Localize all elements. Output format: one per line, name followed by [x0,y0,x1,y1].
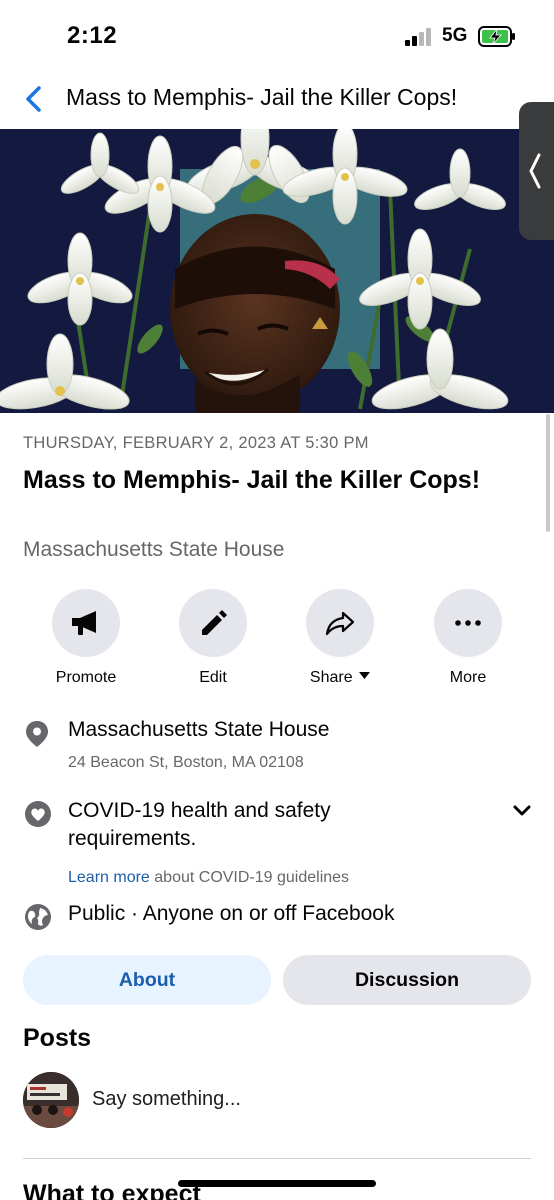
promote-button[interactable]: Promote [36,589,136,687]
post-composer[interactable]: Say something... [92,1088,241,1111]
network-type: 5G [442,25,468,46]
header-bar: Mass to Memphis- Jail the Killer Cops! [0,72,554,126]
megaphone-icon [72,611,96,635]
tab-about[interactable]: About [23,955,271,1005]
promote-label: Promote [55,669,117,686]
home-indicator[interactable] [178,1180,376,1187]
status-time: 2:12 [67,22,118,49]
more-label: More [449,669,487,686]
location-name[interactable]: Massachusetts State House [68,718,329,742]
location-address: 24 Beacon St, Boston, MA 02108 [68,754,304,771]
event-cover-image [0,129,554,413]
avatar[interactable] [23,1072,79,1128]
action-buttons: Promote Edit Share More [0,589,554,699]
learn-more-link[interactable]: Learn more [68,869,150,886]
back-arrow-icon[interactable] [22,84,46,114]
covid-title-line2: requirements. [68,827,197,850]
event-date: THURSDAY, FEBRUARY 2, 2023 AT 5:30 PM [23,434,369,452]
privacy-label: Public · Anyone on or off Facebook [68,902,395,925]
edit-button[interactable]: Edit [163,589,263,687]
what-to-expect-heading: What to expect [23,1180,201,1200]
covid-guidelines: Learn more about COVID-19 guidelines [68,869,349,887]
chevron-down-icon[interactable] [512,804,532,818]
scrollbar[interactable] [546,414,550,532]
globe-icon [25,904,51,930]
event-venue[interactable]: Massachusetts State House [23,538,284,562]
more-button[interactable]: More [418,589,518,687]
divider [23,1158,531,1159]
header-title: Mass to Memphis- Jail the Killer Cops! [66,84,458,110]
status-bar: 2:12 5G [0,0,554,70]
share-button[interactable]: Share [290,589,390,687]
edit-label: Edit [199,669,227,686]
more-icon [455,620,481,626]
chevron-left-icon [529,153,541,189]
avatar-photo [23,1072,79,1128]
signal-icon [405,28,433,46]
covid-title-line1: COVID-19 health and safety [68,799,331,822]
event-title: Mass to Memphis- Jail the Killer Cops! [23,466,481,494]
posts-heading: Posts [23,1024,92,1052]
pencil-icon [202,610,227,635]
tab-discussion[interactable]: Discussion [283,955,531,1005]
location-pin-icon [26,721,48,747]
battery-icon [478,26,515,47]
side-panel-handle[interactable] [519,102,554,240]
covid-guidelines-text: about COVID-19 guidelines [149,869,350,886]
cover-illustration [0,129,554,413]
health-heart-icon [25,801,51,827]
share-label: Share [309,669,353,686]
caret-down-icon [359,672,371,679]
share-icon [325,611,355,636]
